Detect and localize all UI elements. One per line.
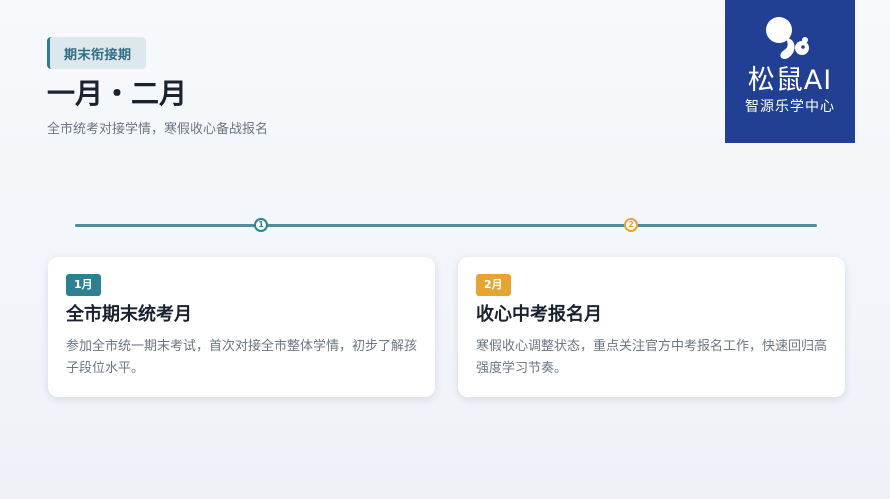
period-tag: 期末衔接期 [47,37,146,69]
brand-subtitle: 智源乐学中心 [745,99,835,115]
squirrel-icon [766,17,809,59]
card-title: 收心中考报名月 [476,304,602,325]
brand-logo: 松鼠AI 智源乐学中心 [725,0,855,143]
card-description: 寒假收心调整状态，重点关注官方中考报名工作，快速回归高强度学习节奏。 [476,339,828,376]
timeline-node-2: 2 [624,218,638,232]
timeline-line [75,224,817,227]
timeline-node-label: 2 [628,220,634,229]
page-title: 一月・二月 [47,77,188,110]
timeline-node-1: 1 [254,218,268,232]
brand-name: 松鼠AI [747,65,833,96]
page-subtitle: 全市统考对接学情，寒假收心备战报名 [47,122,269,137]
month-badge: 1月 [66,274,101,296]
month-card-february: 2月 收心中考报名月 寒假收心调整状态，重点关注官方中考报名工作，快速回归高强度… [458,257,845,397]
timeline-node-label: 1 [258,220,264,229]
month-card-january: 1月 全市期末统考月 参加全市统一期末考试，首次对接全市整体学情，初步了解孩子段… [48,257,435,397]
card-description: 参加全市统一期末考试，首次对接全市整体学情，初步了解孩子段位水平。 [66,339,418,376]
card-title: 全市期末统考月 [66,304,192,325]
period-tag-label: 期末衔接期 [64,47,132,63]
month-badge: 2月 [476,274,511,296]
